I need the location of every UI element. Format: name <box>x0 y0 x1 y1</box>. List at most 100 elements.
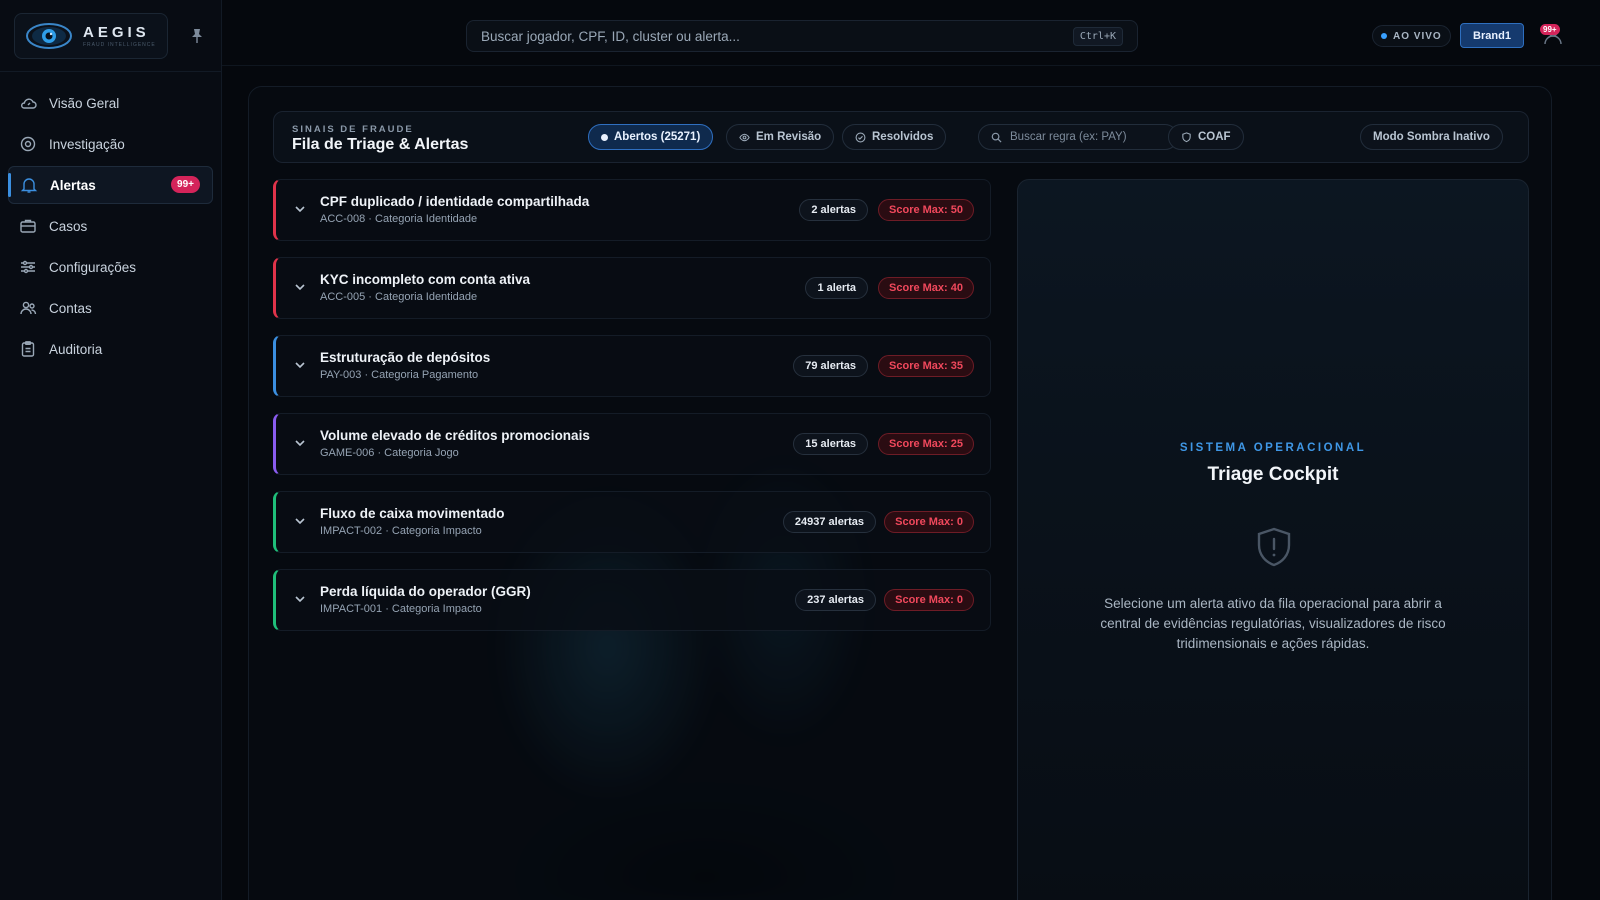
alert-title: CPF duplicado / identidade compartilhada <box>320 194 590 209</box>
alert-subtitle: GAME-006 · Categoria Jogo <box>320 447 459 459</box>
triage-panel: SINAIS DE FRAUDE Fila de Triage & Alerta… <box>248 86 1552 900</box>
chevron-down-icon[interactable] <box>293 514 307 528</box>
alert-group-row[interactable]: Fluxo de caixa movimentado IMPACT-002 · … <box>273 491 991 553</box>
sidebar-item-investigacao[interactable]: Investigação <box>8 125 213 163</box>
alert-group-row[interactable]: Estruturação de depósitos PAY-003 · Cate… <box>273 335 991 397</box>
alert-subtitle: IMPACT-001 · Categoria Impacto <box>320 603 482 615</box>
active-dot-icon <box>601 133 608 141</box>
alert-group-row[interactable]: CPF duplicado / identidade compartilhada… <box>273 179 991 241</box>
chevron-down-icon[interactable] <box>293 280 307 294</box>
sliders-icon <box>21 260 35 274</box>
sidebar-item-casos[interactable]: Casos <box>8 207 213 245</box>
global-search-placeholder: Buscar jogador, CPF, ID, cluster ou aler… <box>481 28 740 44</box>
tab-label: Resolvidos <box>872 131 934 143</box>
live-status-indicator: AO VIVO <box>1372 25 1451 47</box>
check-circle-icon <box>855 132 866 142</box>
sidebar-item-label: Casos <box>49 218 88 234</box>
user-notification-badge: 99+ <box>1540 24 1560 35</box>
sidebar-item-contas[interactable]: Contas <box>8 289 213 327</box>
shield-icon <box>1182 131 1191 142</box>
coaf-button[interactable]: COAF <box>1168 124 1244 150</box>
sidebar: AEGIS FRAUD INTELLIGENCE Visão Geral Inv… <box>0 0 222 900</box>
brand-selector-button[interactable]: Brand1 <box>1460 23 1524 48</box>
sidebar-item-label: Alertas <box>50 177 96 193</box>
rule-search-placeholder: Buscar regra (ex: PAY) <box>1010 131 1127 143</box>
sidebar-item-configuracoes[interactable]: Configurações <box>8 248 213 286</box>
chevron-down-icon[interactable] <box>293 436 307 450</box>
users-icon <box>20 301 37 315</box>
cloud-dashboard-icon <box>21 98 37 109</box>
alert-count-badge: 99+ <box>171 176 200 193</box>
global-search-input[interactable]: Buscar jogador, CPF, ID, cluster ou aler… <box>466 20 1138 52</box>
sidebar-item-alertas[interactable]: Alertas 99+ <box>8 166 213 204</box>
brand-name: AEGIS <box>83 23 150 41</box>
clipboard-icon <box>21 341 35 357</box>
pin-icon[interactable] <box>190 28 204 44</box>
cockpit-kicker: SISTEMA OPERACIONAL <box>1179 442 1367 454</box>
alert-title: KYC incompleto com conta ativa <box>320 272 531 287</box>
alert-subtitle: ACC-005 · Categoria Identidade <box>320 291 478 303</box>
search-icon <box>991 132 1002 143</box>
alert-count-badge: 15 alertas <box>793 433 868 455</box>
search-shortcut-hint: Ctrl+K <box>1072 26 1123 46</box>
rule-search-input[interactable]: Buscar regra (ex: PAY) <box>978 124 1178 150</box>
tab-abertos[interactable]: Abertos (25271) <box>588 124 714 150</box>
triage-cockpit-panel: SISTEMA OPERACIONAL Triage Cockpit Selec… <box>1017 179 1529 900</box>
chevron-down-icon[interactable] <box>293 358 307 372</box>
sidebar-item-label: Investigação <box>49 136 125 152</box>
coaf-label: COAF <box>1198 131 1231 143</box>
live-dot-icon <box>1381 33 1387 39</box>
tab-label: Em Revisão <box>756 131 822 143</box>
alert-count-badge: 2 alertas <box>799 199 868 221</box>
tab-label: Abertos (25271) <box>614 131 701 143</box>
eye-logo-icon <box>26 22 72 49</box>
alert-subtitle: ACC-008 · Categoria Identidade <box>320 213 478 225</box>
chevron-down-icon[interactable] <box>293 592 307 606</box>
chevron-down-icon[interactable] <box>293 202 307 216</box>
shadow-mode-toggle[interactable]: Modo Sombra Inativo <box>1360 124 1503 150</box>
sidebar-item-label: Contas <box>49 300 92 316</box>
sidebar-item-label: Configurações <box>49 259 137 275</box>
tab-em-revisao[interactable]: Em Revisão <box>726 124 835 150</box>
bell-icon <box>20 178 38 193</box>
shield-alert-icon <box>1257 527 1291 567</box>
score-badge: Score Max: 0 <box>884 511 974 533</box>
sidebar-item-visao-geral[interactable]: Visão Geral <box>8 84 213 122</box>
brand-subtitle: FRAUD INTELLIGENCE <box>83 41 156 48</box>
page-title: Fila de Triage & Alertas <box>292 136 469 153</box>
cockpit-title: Triage Cockpit <box>1207 464 1339 485</box>
score-badge: Score Max: 35 <box>878 355 974 377</box>
score-badge: Score Max: 40 <box>878 277 974 299</box>
live-label: AO VIVO <box>1393 30 1442 42</box>
alert-group-row[interactable]: KYC incompleto com conta ativa ACC-005 ·… <box>273 257 991 319</box>
alert-group-row[interactable]: Perda líquida do operador (GGR) IMPACT-0… <box>273 569 991 631</box>
app-root: AEGIS FRAUD INTELLIGENCE Visão Geral Inv… <box>0 0 1600 900</box>
brand-row: AEGIS FRAUD INTELLIGENCE <box>0 0 221 72</box>
alert-subtitle: PAY-003 · Categoria Pagamento <box>320 369 479 381</box>
alert-subtitle: IMPACT-002 · Categoria Impacto <box>320 525 482 537</box>
sidebar-item-auditoria[interactable]: Auditoria <box>8 330 213 368</box>
topbar: Buscar jogador, CPF, ID, cluster ou aler… <box>222 0 1600 66</box>
score-badge: Score Max: 25 <box>878 433 974 455</box>
alert-count-badge: 79 alertas <box>793 355 868 377</box>
alert-title: Volume elevado de créditos promocionais <box>320 428 590 443</box>
alert-count-badge: 237 alertas <box>795 589 876 611</box>
score-badge: Score Max: 50 <box>878 199 974 221</box>
sidebar-item-label: Visão Geral <box>49 95 120 111</box>
cockpit-description: Selecione um alerta ativo da fila operac… <box>1100 596 1446 651</box>
eye-icon <box>739 133 750 141</box>
alert-count-badge: 24937 alertas <box>782 511 876 533</box>
score-badge: Score Max: 0 <box>884 589 974 611</box>
alert-title: Estruturação de depósitos <box>320 350 491 365</box>
shadow-mode-label: Modo Sombra Inativo <box>1373 131 1490 143</box>
alert-group-row[interactable]: Volume elevado de créditos promocionais … <box>273 413 991 475</box>
triage-header: SINAIS DE FRAUDE Fila de Triage & Alerta… <box>273 111 1529 163</box>
sidebar-nav: Visão Geral Investigação Alertas 99+ Cas… <box>0 72 221 368</box>
sidebar-item-label: Auditoria <box>49 341 103 357</box>
target-icon <box>20 136 36 152</box>
tab-resolvidos[interactable]: Resolvidos <box>842 124 947 150</box>
alert-title: Perda líquida do operador (GGR) <box>320 584 531 599</box>
alert-count-badge: 1 alerta <box>805 277 868 299</box>
logo[interactable]: AEGIS FRAUD INTELLIGENCE <box>14 12 168 59</box>
alert-title: Fluxo de caixa movimentado <box>320 506 505 521</box>
